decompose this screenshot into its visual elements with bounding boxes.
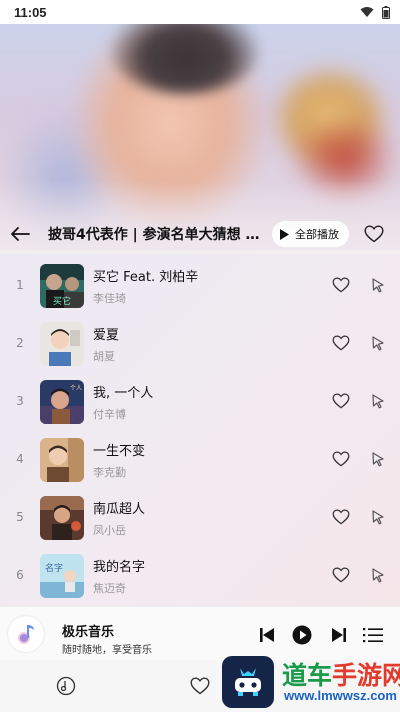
status-time: 11:05 bbox=[14, 4, 47, 20]
previous-button[interactable] bbox=[256, 624, 278, 646]
watermark-title-b: 手游网 bbox=[332, 661, 400, 690]
song-artist: 付辛博 bbox=[93, 408, 126, 421]
song-index: 3 bbox=[16, 394, 24, 408]
share-button[interactable] bbox=[368, 391, 388, 411]
svg-text:个人: 个人 bbox=[70, 385, 82, 392]
song-title: 南瓜超人 bbox=[93, 502, 146, 517]
heart-outline-icon bbox=[332, 567, 350, 583]
playlist-queue-button[interactable] bbox=[362, 624, 384, 646]
song-artist: 凤小岳 bbox=[93, 524, 126, 537]
share-button[interactable] bbox=[368, 333, 388, 353]
like-button[interactable] bbox=[330, 564, 352, 586]
song-artist: 焦迈奇 bbox=[93, 582, 126, 595]
song-index: 4 bbox=[16, 452, 24, 466]
song-title: 买它 Feat. 刘柏辛 bbox=[93, 270, 199, 285]
watermark-logo bbox=[222, 656, 274, 708]
heart-outline-icon bbox=[364, 225, 384, 243]
play-pause-button[interactable] bbox=[291, 624, 313, 646]
skip-next-icon bbox=[332, 628, 346, 642]
like-button[interactable] bbox=[330, 274, 352, 296]
album-cover: 名字 bbox=[40, 554, 84, 598]
like-button[interactable] bbox=[330, 448, 352, 470]
skip-previous-icon bbox=[260, 628, 274, 642]
next-button[interactable] bbox=[328, 624, 350, 646]
nav-music-tab[interactable] bbox=[54, 674, 78, 698]
play-all-label: 全部播放 bbox=[295, 228, 339, 241]
play-all-button[interactable]: 全部播放 bbox=[272, 221, 349, 247]
song-title: 我的名字 bbox=[93, 560, 146, 575]
song-row[interactable]: 6 名字 我的名字 焦迈奇 bbox=[0, 546, 400, 604]
song-row[interactable]: 4 一生不变 李克勤 bbox=[0, 430, 400, 488]
song-index: 5 bbox=[16, 510, 24, 524]
share-button[interactable] bbox=[368, 565, 388, 585]
play-icon bbox=[280, 228, 289, 240]
watermark-url: www.lmwwsz.com bbox=[284, 688, 397, 703]
song-artist: 胡夏 bbox=[93, 350, 115, 363]
song-title: 我, 一个人 bbox=[93, 386, 154, 401]
song-artist: 李克勤 bbox=[93, 466, 126, 479]
song-row[interactable]: 3 个人 我, 一个人 付辛博 bbox=[0, 372, 400, 430]
heart-outline-icon bbox=[190, 677, 210, 695]
player-app-name: 极乐音乐 bbox=[62, 625, 115, 640]
back-arrow-icon bbox=[11, 227, 30, 241]
share-icon bbox=[372, 394, 384, 409]
heart-outline-icon bbox=[332, 451, 350, 467]
share-button[interactable] bbox=[368, 275, 388, 295]
title-bar: 披哥4代表作 | 参演名单大猜想 … 全部播放 bbox=[0, 214, 400, 254]
heart-outline-icon bbox=[332, 277, 350, 293]
share-icon bbox=[372, 568, 384, 583]
share-icon bbox=[372, 336, 384, 351]
share-icon bbox=[372, 510, 384, 525]
album-cover bbox=[40, 438, 84, 482]
share-button[interactable] bbox=[368, 449, 388, 469]
nav-favorites-tab[interactable] bbox=[188, 674, 212, 698]
app-logo bbox=[8, 616, 44, 652]
playlist-title: 披哥4代表作 | 参演名单大猜想 … bbox=[48, 227, 260, 243]
like-button[interactable] bbox=[330, 506, 352, 528]
list-icon bbox=[363, 628, 383, 643]
song-row[interactable]: 5 南瓜超人 凤小岳 bbox=[0, 488, 400, 546]
like-button[interactable] bbox=[330, 332, 352, 354]
music-disc-icon bbox=[56, 676, 76, 696]
battery-icon bbox=[382, 5, 390, 19]
mini-player[interactable]: 极乐音乐 随时随地，享受音乐 bbox=[0, 606, 400, 660]
song-title: 爱夏 bbox=[93, 328, 120, 343]
site-watermark: 道车手游网 www.lmwwsz.com bbox=[222, 654, 400, 712]
song-artist: 李佳琦 bbox=[93, 292, 126, 305]
watermark-title: 道车手游网 bbox=[282, 656, 400, 692]
song-title: 一生不变 bbox=[93, 444, 146, 459]
play-circle-icon bbox=[292, 625, 312, 645]
share-icon bbox=[372, 452, 384, 467]
player-slogan: 随时随地，享受音乐 bbox=[62, 645, 152, 656]
game-controller-icon bbox=[235, 668, 261, 696]
favorite-playlist-button[interactable] bbox=[359, 219, 389, 249]
heart-outline-icon bbox=[332, 335, 350, 351]
song-index: 2 bbox=[16, 336, 24, 350]
song-index: 1 bbox=[16, 278, 24, 292]
song-row[interactable]: 1 买它 买它 Feat. 刘柏辛 李佳琦 bbox=[0, 256, 400, 314]
status-icons bbox=[360, 5, 390, 19]
song-list: 1 买它 买它 Feat. 刘柏辛 李佳琦 2 爱夏 胡夏 3 个人 我, 一个… bbox=[0, 254, 400, 606]
back-button[interactable] bbox=[0, 214, 40, 254]
song-index: 6 bbox=[16, 568, 24, 582]
share-icon bbox=[372, 278, 384, 293]
svg-text:买它: 买它 bbox=[53, 295, 71, 307]
like-button[interactable] bbox=[330, 390, 352, 412]
share-button[interactable] bbox=[368, 507, 388, 527]
album-cover: 个人 bbox=[40, 380, 84, 424]
album-cover bbox=[40, 496, 84, 540]
heart-outline-icon bbox=[332, 509, 350, 525]
song-row[interactable]: 2 爱夏 胡夏 bbox=[0, 314, 400, 372]
album-cover bbox=[40, 322, 84, 366]
album-cover: 买它 bbox=[40, 264, 84, 308]
watermark-title-a: 道车 bbox=[282, 661, 333, 690]
svg-text:名字: 名字 bbox=[45, 562, 63, 574]
heart-outline-icon bbox=[332, 393, 350, 409]
wifi-icon bbox=[360, 7, 374, 17]
music-note-icon bbox=[18, 625, 34, 644]
status-bar: 11:05 bbox=[0, 0, 400, 24]
